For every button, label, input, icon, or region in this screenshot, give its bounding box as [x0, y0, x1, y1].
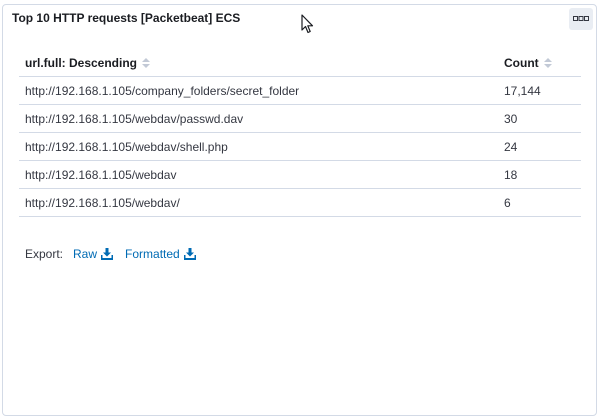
table-header-row: url.full: Descending Count [19, 49, 581, 77]
export-raw-link[interactable]: Raw [73, 247, 114, 261]
download-icon [183, 248, 196, 260]
column-header-label: url.full: Descending [25, 55, 138, 70]
table-row: http://192.168.1.105/webdav 18 [19, 160, 581, 189]
count-cell: 6 [498, 188, 581, 217]
download-icon [101, 248, 114, 260]
sort-icon[interactable] [142, 58, 151, 69]
url-cell[interactable]: http://192.168.1.105/webdav [19, 160, 498, 189]
export-formatted-label: Formatted [125, 247, 180, 261]
table-row: http://192.168.1.105/company_folders/sec… [19, 76, 581, 105]
table-row: http://192.168.1.105/webdav/passwd.dav 3… [19, 104, 581, 133]
export-label: Export: [25, 247, 64, 261]
count-cell: 17,144 [498, 76, 581, 105]
export-raw-label: Raw [73, 247, 98, 261]
data-table: url.full: Descending Count http://192.16… [19, 49, 581, 217]
count-cell: 30 [498, 104, 581, 133]
count-cell: 18 [498, 160, 581, 189]
url-cell[interactable]: http://192.168.1.105/company_folders/sec… [19, 76, 498, 105]
mouse-pointer-icon [301, 14, 314, 34]
url-cell[interactable]: http://192.168.1.105/webdav/shell.php [19, 132, 498, 161]
url-cell[interactable]: http://192.168.1.105/webdav/ [19, 188, 498, 217]
panel-title: Top 10 HTTP requests [Packetbeat] ECS [12, 11, 241, 25]
count-cell: 24 [498, 132, 581, 161]
export-bar: Export: Raw Formatted [25, 247, 196, 261]
column-header-count[interactable]: Count [498, 49, 581, 77]
sort-icon[interactable] [544, 58, 552, 69]
more-options-icon [573, 16, 589, 21]
table-row: http://192.168.1.105/webdav/ 6 [19, 188, 581, 217]
column-header-url[interactable]: url.full: Descending [19, 49, 498, 77]
url-cell[interactable]: http://192.168.1.105/webdav/passwd.dav [19, 104, 498, 133]
visualization-panel: Top 10 HTTP requests [Packetbeat] ECS ur… [2, 4, 597, 416]
table-row: http://192.168.1.105/webdav/shell.php 24 [19, 132, 581, 161]
column-header-label: Count [504, 55, 539, 70]
panel-options-button[interactable] [569, 8, 593, 30]
export-formatted-link[interactable]: Formatted [125, 247, 196, 261]
